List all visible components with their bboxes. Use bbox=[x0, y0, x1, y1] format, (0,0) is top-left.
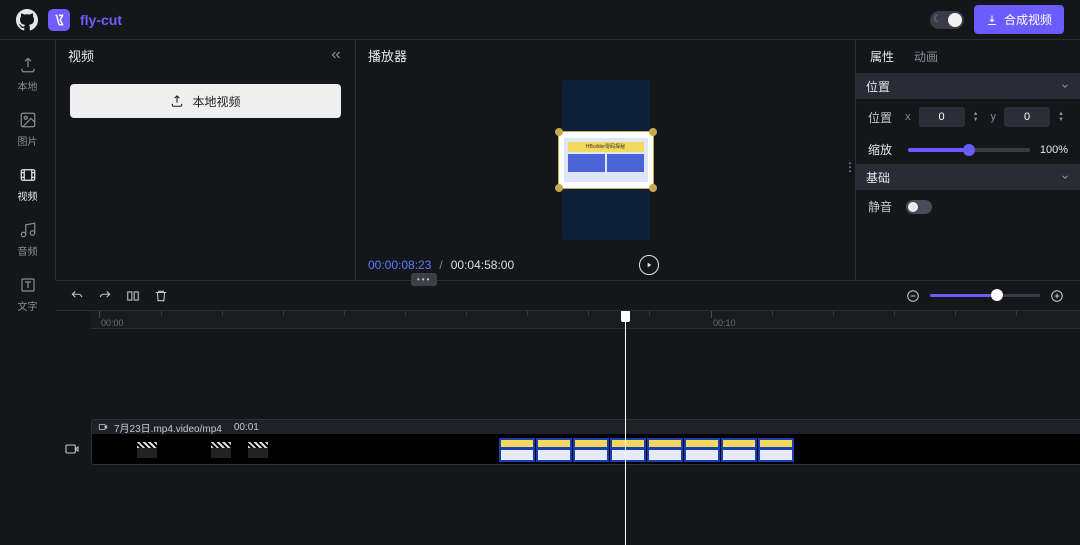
app-logo-icon bbox=[48, 9, 70, 31]
local-video-button[interactable]: 本地视频 bbox=[70, 84, 341, 118]
clip-banner: HBuilder零码探秘 bbox=[568, 142, 644, 152]
undo-button[interactable] bbox=[70, 289, 84, 303]
split-button[interactable] bbox=[126, 289, 140, 303]
player-canvas[interactable]: HBuilder零码探秘 ⋮ bbox=[356, 70, 855, 250]
track-video-icon bbox=[64, 441, 80, 457]
text-icon bbox=[19, 276, 37, 294]
clip-duration: 00:01 bbox=[234, 422, 259, 433]
scale-slider[interactable] bbox=[908, 148, 1030, 152]
theme-toggle[interactable]: ☾ bbox=[930, 11, 964, 29]
moon-icon: ☾ bbox=[933, 14, 942, 25]
github-icon[interactable] bbox=[16, 9, 38, 31]
current-time: 00:00:08:23 bbox=[368, 258, 431, 272]
selected-clip-overlay[interactable]: HBuilder零码探秘 bbox=[558, 131, 654, 189]
position-row: 位置 x ▲▼ y ▲▼ bbox=[856, 99, 1080, 135]
trash-icon bbox=[154, 289, 168, 303]
time-separator: / bbox=[439, 258, 442, 272]
mute-row: 静音 bbox=[856, 190, 1080, 223]
split-icon bbox=[126, 289, 140, 303]
x-stepper[interactable]: ▲▼ bbox=[973, 111, 979, 123]
redo-icon bbox=[98, 289, 112, 303]
chevron-down-icon bbox=[1060, 172, 1070, 182]
app-header: fly-cut ☾ 合成视频 bbox=[0, 0, 1080, 40]
zoom-out-button[interactable] bbox=[906, 289, 920, 303]
section-basic-header[interactable]: 基础 bbox=[856, 164, 1080, 190]
export-label: 合成视频 bbox=[1004, 11, 1052, 28]
clip-name: 7月23日.mp4.video/mp4 bbox=[114, 420, 222, 435]
play-button[interactable] bbox=[639, 255, 659, 275]
player-title: 播放器 bbox=[368, 46, 407, 65]
collapse-icon[interactable] bbox=[329, 48, 343, 62]
sidebar-item-image[interactable]: 图片 bbox=[18, 111, 38, 148]
tab-properties[interactable]: 属性 bbox=[870, 48, 894, 65]
sidebar-item-video[interactable]: 视频 bbox=[18, 166, 38, 203]
player-panel: 播放器 HBuilder零码探秘 ⋮ 00:00:08:23 / 00:04:5… bbox=[356, 40, 856, 280]
scale-value: 100% bbox=[1040, 144, 1068, 156]
playhead[interactable] bbox=[625, 311, 626, 545]
export-button[interactable]: 合成视频 bbox=[974, 5, 1064, 34]
audio-icon bbox=[19, 221, 37, 239]
video-clip[interactable]: 7月23日.mp4.video/mp4 00:01 bbox=[91, 419, 1080, 465]
undo-icon bbox=[70, 289, 84, 303]
chevron-down-icon bbox=[1060, 81, 1070, 91]
timeline-ruler[interactable]: 00:00 00:10 bbox=[91, 311, 1080, 329]
timeline[interactable]: 00:00 00:10 7月23日.mp4.video/mp4 00:01 bbox=[56, 310, 1080, 545]
canvas-frame: HBuilder零码探秘 bbox=[562, 80, 650, 240]
scale-row: 缩放 100% bbox=[856, 135, 1080, 164]
total-time: 00:04:58:00 bbox=[451, 258, 514, 272]
y-stepper[interactable]: ▲▼ bbox=[1058, 111, 1064, 123]
sidebar: 本地 图片 视频 音频 文字 bbox=[0, 40, 56, 280]
y-input[interactable] bbox=[1004, 107, 1050, 127]
zoom-in-icon bbox=[1050, 289, 1064, 303]
clip-thumbnails bbox=[92, 434, 1080, 465]
delete-button[interactable] bbox=[154, 289, 168, 303]
app-name: fly-cut bbox=[80, 12, 122, 28]
play-icon bbox=[645, 261, 653, 269]
media-panel: 视频 本地视频 bbox=[56, 40, 356, 280]
x-input[interactable] bbox=[919, 107, 965, 127]
tab-animation[interactable]: 动画 bbox=[914, 48, 938, 65]
zoom-slider[interactable] bbox=[930, 294, 1040, 297]
timeline-tools: ••• bbox=[56, 280, 1080, 310]
media-panel-title: 视频 bbox=[68, 46, 94, 65]
section-position-header[interactable]: 位置 bbox=[856, 73, 1080, 99]
properties-panel: 属性 动画 位置 位置 x ▲▼ y ▲▼ 缩放 100% 基础 bbox=[856, 40, 1080, 280]
sidebar-item-audio[interactable]: 音频 bbox=[18, 221, 38, 258]
mute-toggle[interactable] bbox=[906, 200, 932, 214]
zoom-out-icon bbox=[906, 289, 920, 303]
panel-drag-handle-icon[interactable]: ⋮ bbox=[844, 160, 856, 174]
clip-video-icon bbox=[98, 422, 108, 432]
upload-icon bbox=[19, 56, 37, 74]
drag-handle-icon[interactable]: ••• bbox=[411, 273, 437, 286]
zoom-in-button[interactable] bbox=[1050, 289, 1064, 303]
sidebar-item-local[interactable]: 本地 bbox=[18, 56, 38, 93]
sidebar-item-text[interactable]: 文字 bbox=[18, 276, 38, 313]
video-icon bbox=[19, 166, 37, 184]
redo-button[interactable] bbox=[98, 289, 112, 303]
image-icon bbox=[19, 111, 37, 129]
upload-icon bbox=[170, 94, 184, 108]
